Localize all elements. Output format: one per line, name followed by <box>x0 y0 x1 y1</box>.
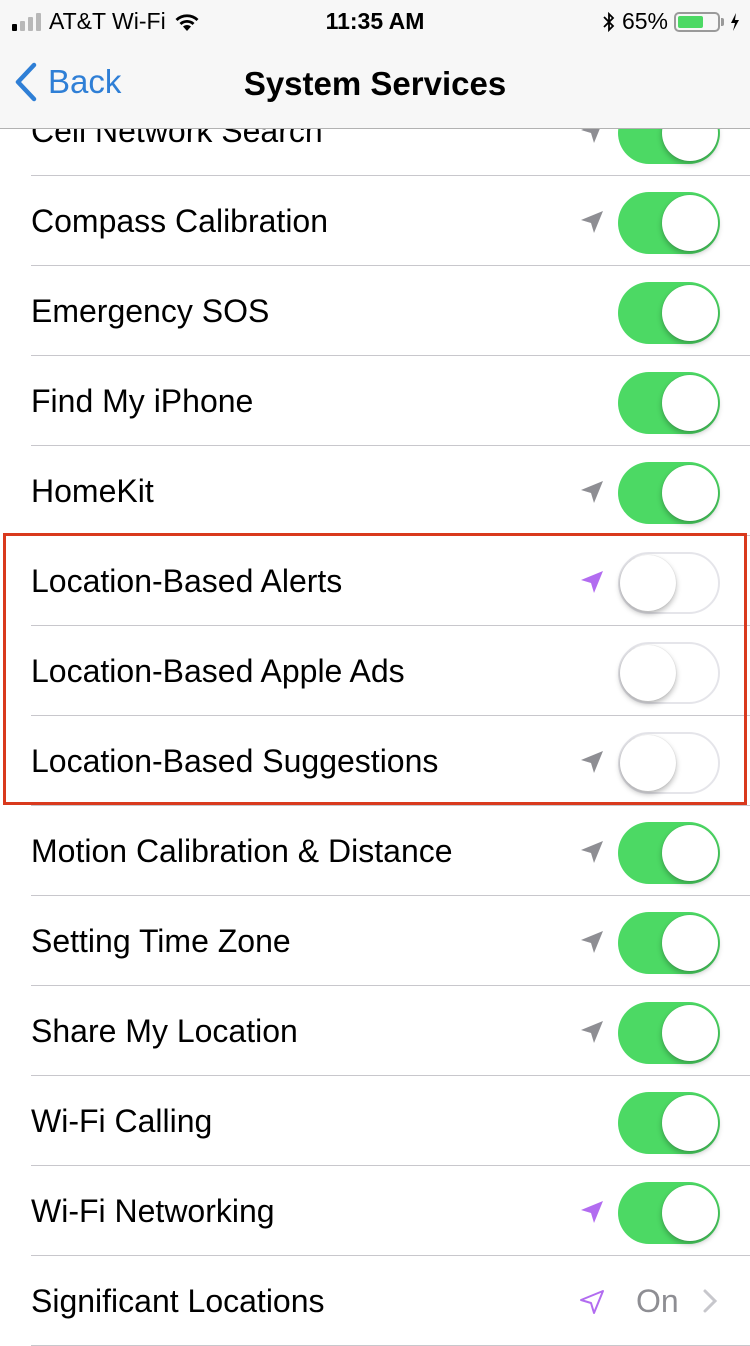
toggle-knob <box>662 285 718 341</box>
setting-value: On <box>636 1283 679 1319</box>
toggle-knob <box>620 645 676 701</box>
status-right: 65% <box>602 8 740 35</box>
location-arrow-icon <box>581 1201 603 1223</box>
toggle-switch[interactable] <box>618 282 720 344</box>
location-arrow-icon <box>581 481 603 503</box>
toggle-switch[interactable] <box>618 462 720 524</box>
toggle-switch[interactable] <box>618 192 720 254</box>
list-item: Compass Calibration <box>0 176 750 266</box>
service-label: Significant Locations <box>31 1283 325 1319</box>
bluetooth-icon <box>603 11 615 32</box>
toggle-knob <box>620 735 676 791</box>
toggle-knob <box>662 1095 718 1151</box>
toggle-switch[interactable] <box>618 1092 720 1154</box>
list-item: Setting Time Zone <box>0 896 750 986</box>
location-arrow-icon <box>581 1021 603 1043</box>
list-item: Location-Based Apple Ads <box>0 626 750 716</box>
toggle-switch[interactable] <box>618 642 720 704</box>
service-label: Location-Based Alerts <box>31 563 343 599</box>
location-arrow-icon <box>581 571 603 593</box>
battery-tip <box>721 17 724 26</box>
toggle-switch[interactable] <box>618 1182 720 1244</box>
service-label: Emergency SOS <box>31 293 270 329</box>
toggle-knob <box>662 465 718 521</box>
location-arrow-icon <box>581 751 603 773</box>
toggle-knob <box>662 915 718 971</box>
list-item: Location-Based Suggestions <box>0 716 750 806</box>
list-item: Wi-Fi Networking <box>0 1166 750 1256</box>
toggle-switch[interactable] <box>618 372 720 434</box>
list-item: Emergency SOS <box>0 266 750 356</box>
location-arrow-icon <box>581 841 603 863</box>
navigation-bar: Back System Services <box>0 40 750 129</box>
toggle-switch[interactable] <box>618 1002 720 1064</box>
toggle-knob <box>662 1185 718 1241</box>
system-services-list: Cell Network Search Compass Calibration Em… <box>0 86 750 1346</box>
charging-bolt-icon <box>731 12 739 31</box>
toggle-knob <box>662 375 718 431</box>
toggle-switch[interactable] <box>618 912 720 974</box>
service-label: Share My Location <box>31 1013 298 1049</box>
service-label: Setting Time Zone <box>31 923 291 959</box>
location-arrow-icon <box>581 211 603 233</box>
toggle-knob <box>620 555 676 611</box>
toggle-knob <box>662 1005 718 1061</box>
chevron-right-icon <box>703 1289 718 1313</box>
service-label: Wi-Fi Calling <box>31 1103 213 1139</box>
list-item: Motion Calibration & Distance <box>0 806 750 896</box>
service-label: Compass Calibration <box>31 203 329 239</box>
toggle-switch[interactable] <box>618 822 720 884</box>
service-label: Motion Calibration & Distance <box>31 833 453 869</box>
list-item: Wi-Fi Calling <box>0 1076 750 1166</box>
service-label: Location-Based Apple Ads <box>31 653 405 689</box>
location-arrow-icon <box>580 1290 604 1314</box>
toggle-knob <box>662 195 718 251</box>
battery-fill <box>678 15 703 28</box>
service-label: Wi-Fi Networking <box>31 1193 275 1229</box>
battery-icon <box>674 11 720 32</box>
toggle-switch[interactable] <box>618 732 720 794</box>
battery-percent: 65% <box>621 8 668 34</box>
list-item: Share My Location <box>0 986 750 1076</box>
page-title: System Services <box>243 65 507 102</box>
list-item: Location-Based Alerts <box>0 536 750 626</box>
service-label: HomeKit <box>31 473 154 509</box>
list-item: HomeKit <box>0 446 750 536</box>
list-item: Find My iPhone <box>0 356 750 446</box>
toggle-knob <box>662 825 718 881</box>
list-item[interactable]: Significant Locations On <box>0 1256 750 1346</box>
service-label: Find My iPhone <box>31 383 254 419</box>
location-arrow-icon <box>581 931 603 953</box>
status-bar: AT&T Wi-Fi 11:35 AM 65% <box>0 0 750 40</box>
toggle-switch[interactable] <box>618 552 720 614</box>
service-label: Location-Based Suggestions <box>31 743 439 779</box>
